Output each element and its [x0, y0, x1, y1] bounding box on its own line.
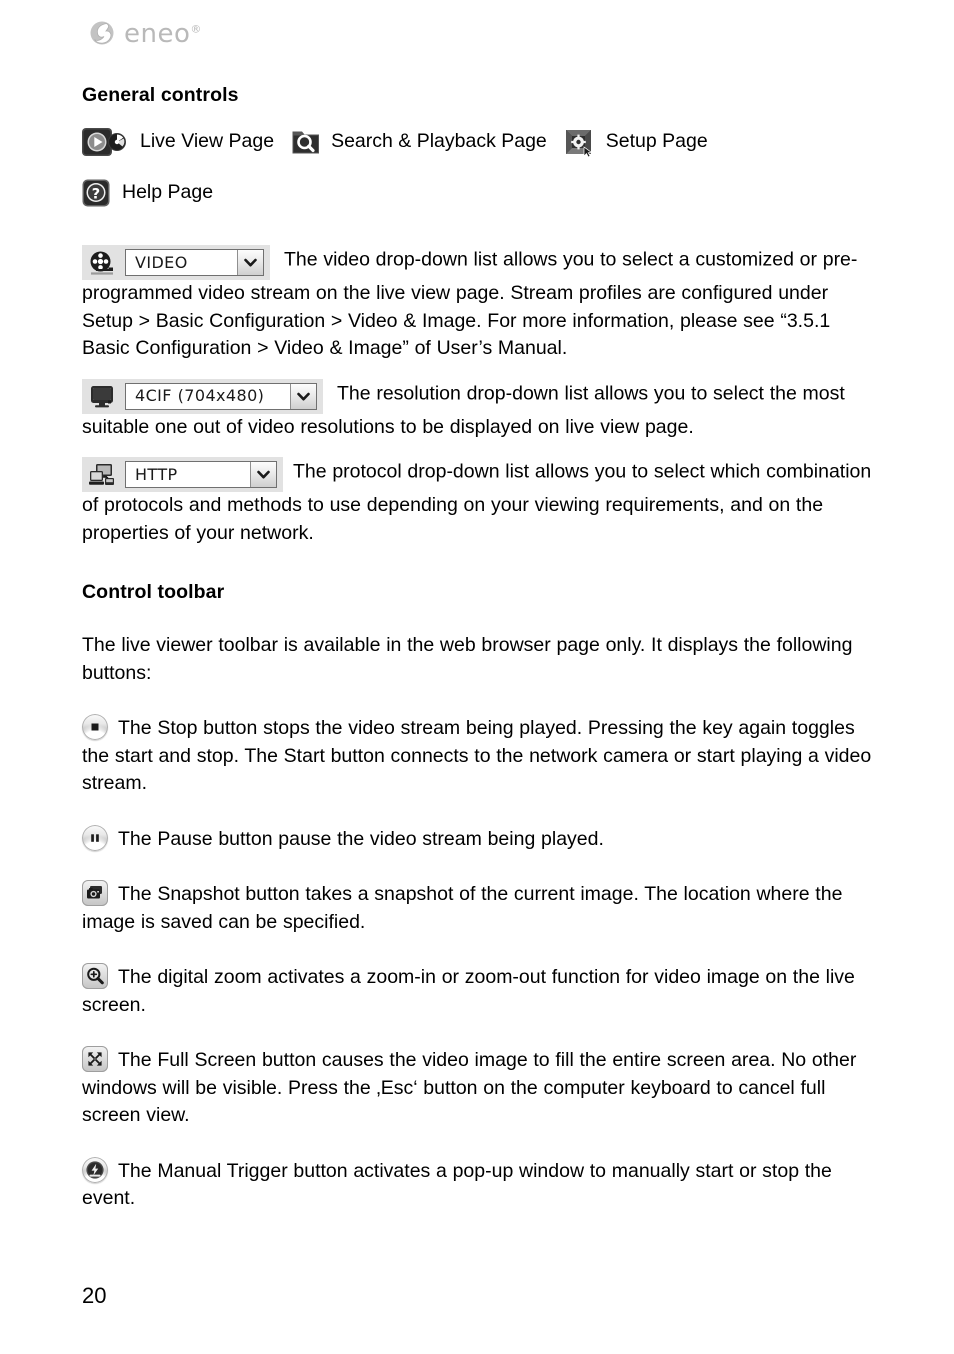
- digital-zoom-description: The digital zoom activates a zoom-in or …: [82, 966, 855, 1016]
- video-dropdown-block: VIDEO The video drop-down list allows yo…: [82, 245, 872, 363]
- protocol-select[interactable]: HTTP: [125, 461, 277, 488]
- pause-button-description: The Pause button pause the video stream …: [118, 827, 604, 850]
- document-page: eneo® General controls Live View Page Se…: [0, 0, 954, 1354]
- live-view-page-label: Live View Page: [140, 130, 275, 153]
- search-playback-icon[interactable]: [291, 128, 321, 157]
- search-playback-page-label: Search & Playback Page: [331, 130, 547, 153]
- pause-button-icon[interactable]: [82, 824, 108, 851]
- help-question-icon[interactable]: ?: [82, 179, 110, 207]
- page-links-row-1: Live View Page Search & Playback Page Se…: [82, 127, 872, 157]
- digital-zoom-icon[interactable]: [82, 963, 108, 989]
- resolution-select-value: 4CIF (704x480): [135, 386, 265, 406]
- protocol-dropdown-widget[interactable]: HTTP: [82, 457, 283, 492]
- eneo-swirl-logo-icon: [88, 18, 118, 48]
- setup-gear-icon[interactable]: [564, 128, 596, 157]
- resolution-dropdown-block: 4CIF (704x480) The resolution drop-down …: [82, 378, 872, 442]
- film-reel-icon: [88, 250, 118, 276]
- manual-trigger-description: The Manual Trigger button activates a po…: [82, 1159, 832, 1210]
- stop-button-icon[interactable]: [82, 714, 108, 740]
- chevron-down-icon[interactable]: [250, 462, 276, 487]
- snapshot-camera-icon[interactable]: [82, 880, 108, 906]
- protocol-select-value: HTTP: [135, 464, 178, 484]
- pause-button-paragraph: The Pause button pause the video stream …: [82, 824, 872, 854]
- full-screen-paragraph: The Full Screen button causes the video …: [82, 1046, 872, 1130]
- resolution-dropdown-paragraph: 4CIF (704x480) The resolution drop-down …: [82, 378, 872, 442]
- full-screen-icon[interactable]: [82, 1046, 108, 1072]
- snapshot-button-paragraph: The Snapshot button takes a snapshot of …: [82, 880, 872, 936]
- page-number: 20: [82, 1283, 107, 1308]
- chevron-down-icon[interactable]: [290, 383, 316, 409]
- manual-trigger-paragraph: The Manual Trigger button activates a po…: [82, 1156, 872, 1213]
- full-screen-description: The Full Screen button causes the video …: [82, 1049, 857, 1126]
- brand-logo: eneo®: [88, 18, 202, 48]
- resolution-dropdown-widget[interactable]: 4CIF (704x480): [82, 378, 323, 414]
- control-toolbar-intro: The live viewer toolbar is available in …: [82, 634, 853, 684]
- resolution-select[interactable]: 4CIF (704x480): [125, 382, 317, 410]
- protocol-dropdown-paragraph: HTTP The protocol drop-down list allows …: [82, 457, 872, 547]
- heading-general-controls: General controls: [82, 84, 239, 106]
- page-links-row-2: ? Help Page: [82, 179, 872, 207]
- trademark-symbol: ®: [190, 22, 202, 36]
- digital-zoom-paragraph: The digital zoom activates a zoom-in or …: [82, 963, 872, 1019]
- video-select[interactable]: VIDEO: [125, 249, 264, 276]
- video-dropdown-widget[interactable]: VIDEO: [82, 245, 270, 280]
- help-page-label: Help Page: [122, 181, 214, 204]
- stop-button-paragraph: The Stop button stops the video stream b…: [82, 714, 872, 798]
- monitor-icon: [88, 383, 118, 409]
- heading-control-toolbar: Control toolbar: [82, 581, 225, 603]
- video-select-value: VIDEO: [135, 252, 188, 272]
- manual-trigger-icon[interactable]: [82, 1156, 108, 1183]
- live-view-icon[interactable]: [82, 127, 128, 157]
- stop-button-description: The Stop button stops the video stream b…: [82, 717, 872, 794]
- svg-text:?: ?: [92, 186, 100, 202]
- network-computers-icon: [88, 462, 118, 488]
- protocol-dropdown-block: HTTP The protocol drop-down list allows …: [82, 457, 872, 547]
- snapshot-button-description: The Snapshot button takes a snapshot of …: [82, 883, 843, 933]
- brand-name: eneo®: [124, 19, 202, 49]
- setup-page-label: Setup Page: [605, 130, 708, 153]
- video-dropdown-paragraph: VIDEO The video drop-down list allows yo…: [82, 245, 872, 363]
- chevron-down-icon[interactable]: [237, 250, 263, 275]
